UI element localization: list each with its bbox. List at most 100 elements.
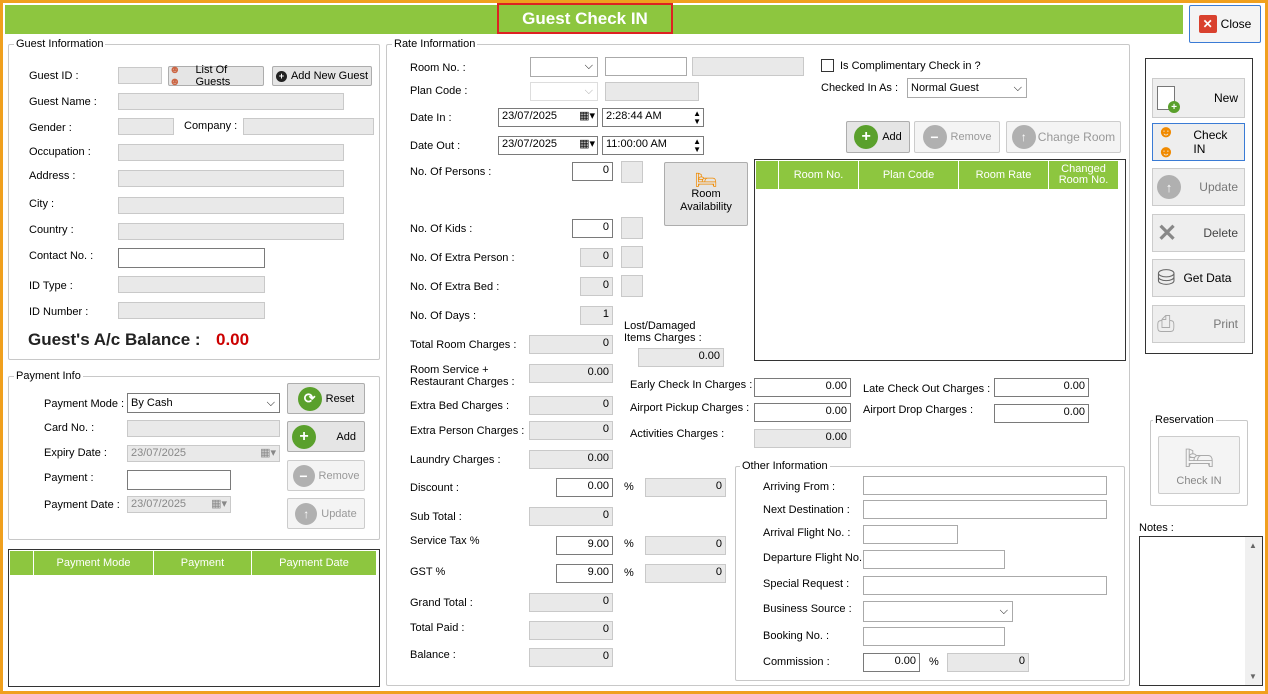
- card-no-field: [127, 420, 280, 437]
- column-plan-code: Plan Code: [859, 161, 959, 189]
- close-icon: ✕: [1198, 15, 1217, 33]
- room-add-button[interactable]: + Add: [846, 121, 910, 153]
- gst-input[interactable]: 9.00: [556, 564, 613, 583]
- extra-bed-label: No. Of Extra Bed :: [410, 281, 500, 293]
- business-source-label: Business Source :: [763, 603, 852, 615]
- payment-mode-label: Payment Mode :: [44, 398, 125, 410]
- reservation-check-in-button[interactable]: 🛏 Check IN: [1158, 436, 1240, 494]
- late-checkout-input[interactable]: 0.00: [994, 378, 1089, 397]
- payment-add-button[interactable]: + Add: [287, 421, 365, 452]
- booking-no-input[interactable]: [863, 627, 1005, 646]
- persons-input[interactable]: 0: [572, 162, 613, 181]
- commission-input[interactable]: 0.00: [863, 653, 920, 672]
- service-tax-label: Service Tax %: [410, 535, 480, 547]
- room-no-select[interactable]: ⌵: [530, 57, 598, 77]
- update-button[interactable]: ↑ Update: [1152, 168, 1245, 206]
- extra-person-charges-field: 0: [529, 421, 613, 440]
- reset-button[interactable]: ⟳ Reset: [287, 383, 365, 414]
- room-availability-button[interactable]: 🛏 Room Availability: [664, 162, 748, 226]
- airport-drop-input[interactable]: 0.00: [994, 404, 1089, 423]
- service-tax-input[interactable]: 9.00: [556, 536, 613, 555]
- list-of-guests-button[interactable]: ☻☻ List Of Guests: [168, 64, 264, 88]
- check-in-button[interactable]: ☻☻ Check IN: [1152, 122, 1245, 161]
- payment-remove-button[interactable]: − Remove: [287, 460, 365, 491]
- spin-icon: ▲ ▼: [693, 137, 701, 154]
- address-field: [118, 170, 344, 187]
- delete-button[interactable]: ✕ Delete: [1152, 214, 1245, 252]
- commission-percent: %: [929, 656, 939, 668]
- departure-flight-input[interactable]: [863, 550, 1005, 569]
- room-field-a[interactable]: [605, 57, 687, 76]
- grand-total-label: Grand Total :: [410, 597, 473, 609]
- expiry-date-field: 23/07/2025 ▦▾: [127, 445, 280, 462]
- plan-code-select[interactable]: ⌵: [530, 82, 598, 101]
- early-checkin-label: Early Check In Charges :: [630, 379, 753, 391]
- date-out-picker[interactable]: 23/07/2025 ▦▾: [498, 136, 598, 155]
- guests-icon: ☻☻: [169, 64, 181, 88]
- payment-date-field: 23/07/2025 ▦▾: [127, 496, 231, 513]
- arrival-flight-input[interactable]: [863, 525, 958, 544]
- time-out-picker[interactable]: 11:00:00 AM ▲ ▼: [602, 136, 704, 155]
- plan-code-label: Plan Code :: [410, 85, 468, 97]
- payment-date-label: Payment Date :: [44, 499, 120, 511]
- occupation-label: Occupation :: [29, 146, 91, 158]
- kids-input[interactable]: 0: [572, 219, 613, 238]
- spin-icon: ▲ ▼: [693, 109, 701, 126]
- airport-drop-label: Airport Drop Charges :: [863, 404, 974, 416]
- contact-input[interactable]: [118, 248, 265, 268]
- departure-flight-label: Departure Flight No. :: [763, 552, 869, 564]
- checked-in-as-select[interactable]: Normal Guest ⌵: [907, 78, 1027, 98]
- plan-code-field: [605, 82, 699, 101]
- early-checkin-input[interactable]: 0.00: [754, 378, 851, 397]
- close-button[interactable]: ✕ Close: [1189, 5, 1261, 43]
- activities-field: 0.00: [754, 429, 851, 448]
- airport-pickup-label: Airport Pickup Charges :: [630, 402, 750, 414]
- occupation-field: [118, 144, 344, 161]
- total-paid-label: Total Paid :: [410, 622, 465, 634]
- extra-person-aux: [621, 246, 643, 268]
- contact-label: Contact No. :: [29, 250, 94, 262]
- payment-mode-select[interactable]: By Cash ⌵: [127, 393, 280, 413]
- time-in-picker[interactable]: 2:28:44 AM ▲ ▼: [602, 108, 704, 127]
- date-out-label: Date Out :: [410, 140, 461, 152]
- up-arrow-icon: ↑: [295, 502, 318, 525]
- up-arrow-icon: ↑: [1011, 125, 1036, 149]
- notes-label: Notes :: [1139, 522, 1174, 534]
- arriving-from-input[interactable]: [863, 476, 1107, 495]
- payment-update-button[interactable]: ↑ Update: [287, 498, 365, 529]
- print-button[interactable]: ⎙ Print: [1152, 305, 1245, 343]
- change-room-button[interactable]: ↑ Change Room: [1006, 121, 1121, 153]
- guest-name-field: [118, 93, 344, 110]
- complimentary-checkbox[interactable]: [821, 59, 834, 72]
- notes-scrollbar[interactable]: ▲ ▼: [1245, 537, 1262, 685]
- add-icon: +: [854, 125, 879, 149]
- get-data-button[interactable]: ⛁ Get Data: [1152, 259, 1245, 297]
- remove-icon: −: [292, 464, 315, 487]
- date-in-picker[interactable]: 23/07/2025 ▦▾: [498, 108, 598, 127]
- airport-pickup-input[interactable]: 0.00: [754, 403, 851, 422]
- column-payment-mode: Payment Mode: [34, 551, 154, 575]
- bed-icon: 🛏: [1183, 444, 1215, 472]
- arrival-flight-label: Arrival Flight No. :: [763, 527, 851, 539]
- late-checkout-label: Late Check Out Charges :: [863, 383, 991, 395]
- gender-field: [118, 118, 174, 135]
- special-request-input[interactable]: [863, 576, 1107, 595]
- plus-icon: +: [275, 70, 287, 82]
- discount-input[interactable]: 0.00: [556, 478, 613, 497]
- business-source-select[interactable]: ⌵: [863, 601, 1013, 622]
- new-button[interactable]: + New: [1152, 78, 1245, 118]
- next-destination-input[interactable]: [863, 500, 1107, 519]
- total-room-label: Total Room Charges :: [410, 339, 517, 351]
- extra-bed-charges-field: 0: [529, 396, 613, 415]
- scroll-down-icon: ▼: [1249, 672, 1257, 681]
- add-new-guest-button[interactable]: + Add New Guest: [272, 66, 372, 86]
- activities-label: Activities Charges :: [630, 428, 725, 440]
- other-info-group: Other Information: [735, 460, 1125, 681]
- room-grid-header: Room No. Plan Code Room Rate Changed Roo…: [756, 161, 1118, 189]
- chevron-down-icon: ⌵: [266, 397, 275, 409]
- total-paid-field: 0: [529, 621, 613, 640]
- payment-input[interactable]: [127, 470, 231, 490]
- special-request-label: Special Request :: [763, 578, 850, 590]
- checked-in-as-label: Checked In As :: [821, 82, 899, 94]
- room-remove-button[interactable]: − Remove: [914, 121, 1000, 153]
